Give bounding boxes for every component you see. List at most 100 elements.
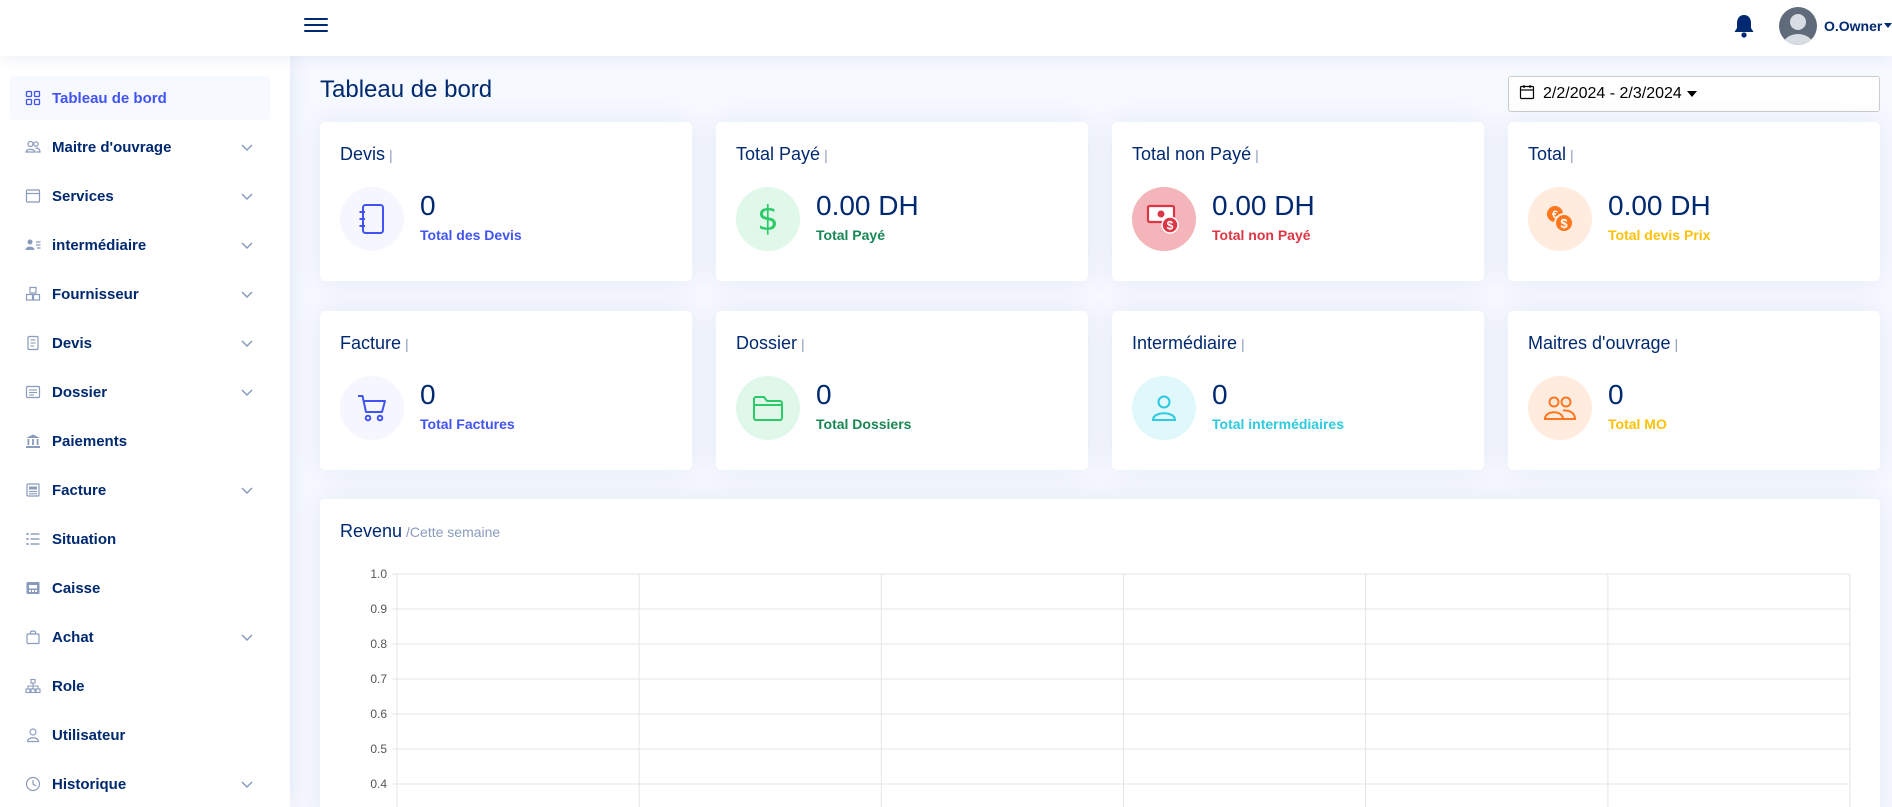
sidebar-item-label: Historique (52, 775, 127, 793)
sidebar: Tableau de bord Maitre d'ouvrage Service… (0, 56, 290, 807)
sidebar-item-label: Tableau de bord (52, 89, 167, 107)
date-range-picker[interactable]: 2/2/2024 - 2/3/2024 (1508, 76, 1880, 112)
person-lines-icon (24, 236, 42, 254)
user-name[interactable]: O.Owner (1824, 18, 1882, 34)
sidebar-item-caisse[interactable]: Caisse (10, 566, 270, 610)
sidebar-item-services[interactable]: Services (10, 174, 270, 218)
chevron-down-icon (240, 189, 254, 203)
boxes-icon (24, 285, 42, 303)
sidebar-item-role[interactable]: Role (10, 664, 270, 708)
y-tick-label: 0.8 (370, 637, 387, 651)
avatar[interactable] (1779, 7, 1817, 45)
chevron-down-icon (240, 630, 254, 644)
sidebar-item-label: Facture (52, 481, 107, 499)
card-title: Total non Payé | (1132, 144, 1259, 164)
sidebar-item-maitre-ouvrage[interactable]: Maitre d'ouvrage (10, 125, 270, 169)
card-text-icon (24, 383, 42, 401)
sidebar-item-label: Utilisateur (52, 726, 126, 744)
calendar-icon (1519, 84, 1535, 105)
sidebar-item-devis[interactable]: Devis (10, 321, 270, 365)
card-title: Intermédiaire | (1132, 333, 1245, 353)
card-title: Total Payé | (736, 144, 828, 164)
revenue-chart: 1.0 0.9 0.8 0.7 0.6 0.5 0.4 (370, 567, 1851, 807)
card-total-paye: Total Payé | $ 0.00 DH Total Payé (716, 122, 1088, 281)
card-value: 0 (1608, 379, 1624, 410)
sidebar-item-utilisateur[interactable]: Utilisateur (10, 713, 270, 757)
y-tick-label: 0.7 (370, 672, 387, 686)
sidebar-item-dossier[interactable]: Dossier (10, 370, 270, 414)
card-title: Facture | (340, 333, 409, 353)
sidebar-item-fournisseur[interactable]: Fournisseur (10, 272, 270, 316)
card-subtitle: Total MO (1608, 416, 1667, 432)
sidebar-item-label: Dossier (52, 383, 108, 401)
card-value: 0 (420, 190, 436, 221)
chevron-down-icon[interactable] (1884, 23, 1892, 28)
chevron-down-icon (240, 238, 254, 252)
sidebar-item-label: Paiements (52, 432, 128, 450)
newspaper-icon (24, 481, 42, 499)
y-tick-label: 0.5 (370, 742, 387, 756)
card-devis: Devis | 0 Total des Devis (320, 122, 692, 281)
card-subtitle: Total des Devis (420, 227, 522, 243)
sidebar-item-label: Achat (52, 628, 94, 646)
users-icon (24, 138, 42, 156)
card-maitres-ouvrage: Maitres d'ouvrage | 0 Total MO (1508, 311, 1880, 470)
chevron-down-icon (240, 777, 254, 791)
grid-icon (24, 89, 42, 107)
card-subtitle: Total Factures (420, 416, 515, 432)
card-value: 0.00 DH (816, 190, 919, 221)
hamburger-icon[interactable] (304, 14, 328, 36)
card-subtitle: Total Payé (816, 227, 885, 243)
sidebar-item-historique[interactable]: Historique (10, 762, 270, 806)
card-title: Dossier | (736, 333, 805, 353)
y-tick-label: 0.4 (370, 777, 387, 791)
sidebar-item-facture[interactable]: Facture (10, 468, 270, 512)
cash-register-icon (24, 579, 42, 597)
sidebar-item-label: Role (52, 677, 85, 695)
chevron-down-icon (240, 336, 254, 350)
page-title: Tableau de bord (320, 76, 493, 103)
chevron-down-icon (240, 385, 254, 399)
card-value: 0 (420, 379, 436, 410)
card-value: 0 (1212, 379, 1228, 410)
revenue-card: Revenu/Cette semaine 1.0 0.9 0.8 0.7 0.6 0.5 0… (320, 499, 1880, 807)
sidebar-item-paiements[interactable]: Paiements (10, 419, 270, 463)
card-title: Maitres d'ouvrage | (1528, 333, 1679, 353)
y-tick-label: 0.6 (370, 707, 387, 721)
card-facture: Facture | 0 Total Factures (320, 311, 692, 470)
document-icon (24, 334, 42, 352)
bag-icon (24, 628, 42, 646)
svg-text:$: $ (1167, 219, 1174, 233)
bank-icon (24, 432, 42, 450)
card-value: 0.00 DH (1608, 190, 1711, 221)
clock-icon (24, 775, 42, 793)
sidebar-item-label: intermédiaire (52, 236, 147, 254)
card-dossier: Dossier | 0 Total Dossiers (716, 311, 1088, 470)
sidebar-item-label: Maitre d'ouvrage (52, 138, 172, 156)
sidebar-item-intermediaire[interactable]: intermédiaire (10, 223, 270, 267)
sidebar-item-achat[interactable]: Achat (10, 615, 270, 659)
y-tick-label: 0.9 (370, 602, 387, 616)
card-subtitle: Total devis Prix (1608, 227, 1711, 243)
cart-icon (340, 376, 404, 440)
chevron-down-icon (240, 140, 254, 154)
sidebar-item-situation[interactable]: Situation (10, 517, 270, 561)
bell-icon[interactable] (1732, 13, 1756, 39)
sidebar-item-label: Caisse (52, 579, 101, 597)
sidebar-item-label: Services (52, 187, 114, 205)
date-range-value: 2/2/2024 - 2/3/2024 (1543, 85, 1682, 102)
sidebar-item-label: Situation (52, 530, 117, 548)
sidebar-item-label: Devis (52, 334, 93, 352)
coins-icon: € $ (1528, 187, 1592, 251)
sidebar-item-tableau-de-bord[interactable]: Tableau de bord (10, 76, 270, 120)
card-title: Devis | (340, 144, 393, 164)
person-icon (1132, 376, 1196, 440)
card-subtitle: Total intermédiaires (1212, 416, 1345, 432)
caret-down-icon (1686, 91, 1697, 97)
chevron-down-icon (240, 287, 254, 301)
card-subtitle: Total non Payé (1212, 227, 1311, 243)
diagram-icon (24, 677, 42, 695)
people-icon (1528, 376, 1592, 440)
list-icon (24, 530, 42, 548)
card-title: Total | (1528, 144, 1574, 164)
